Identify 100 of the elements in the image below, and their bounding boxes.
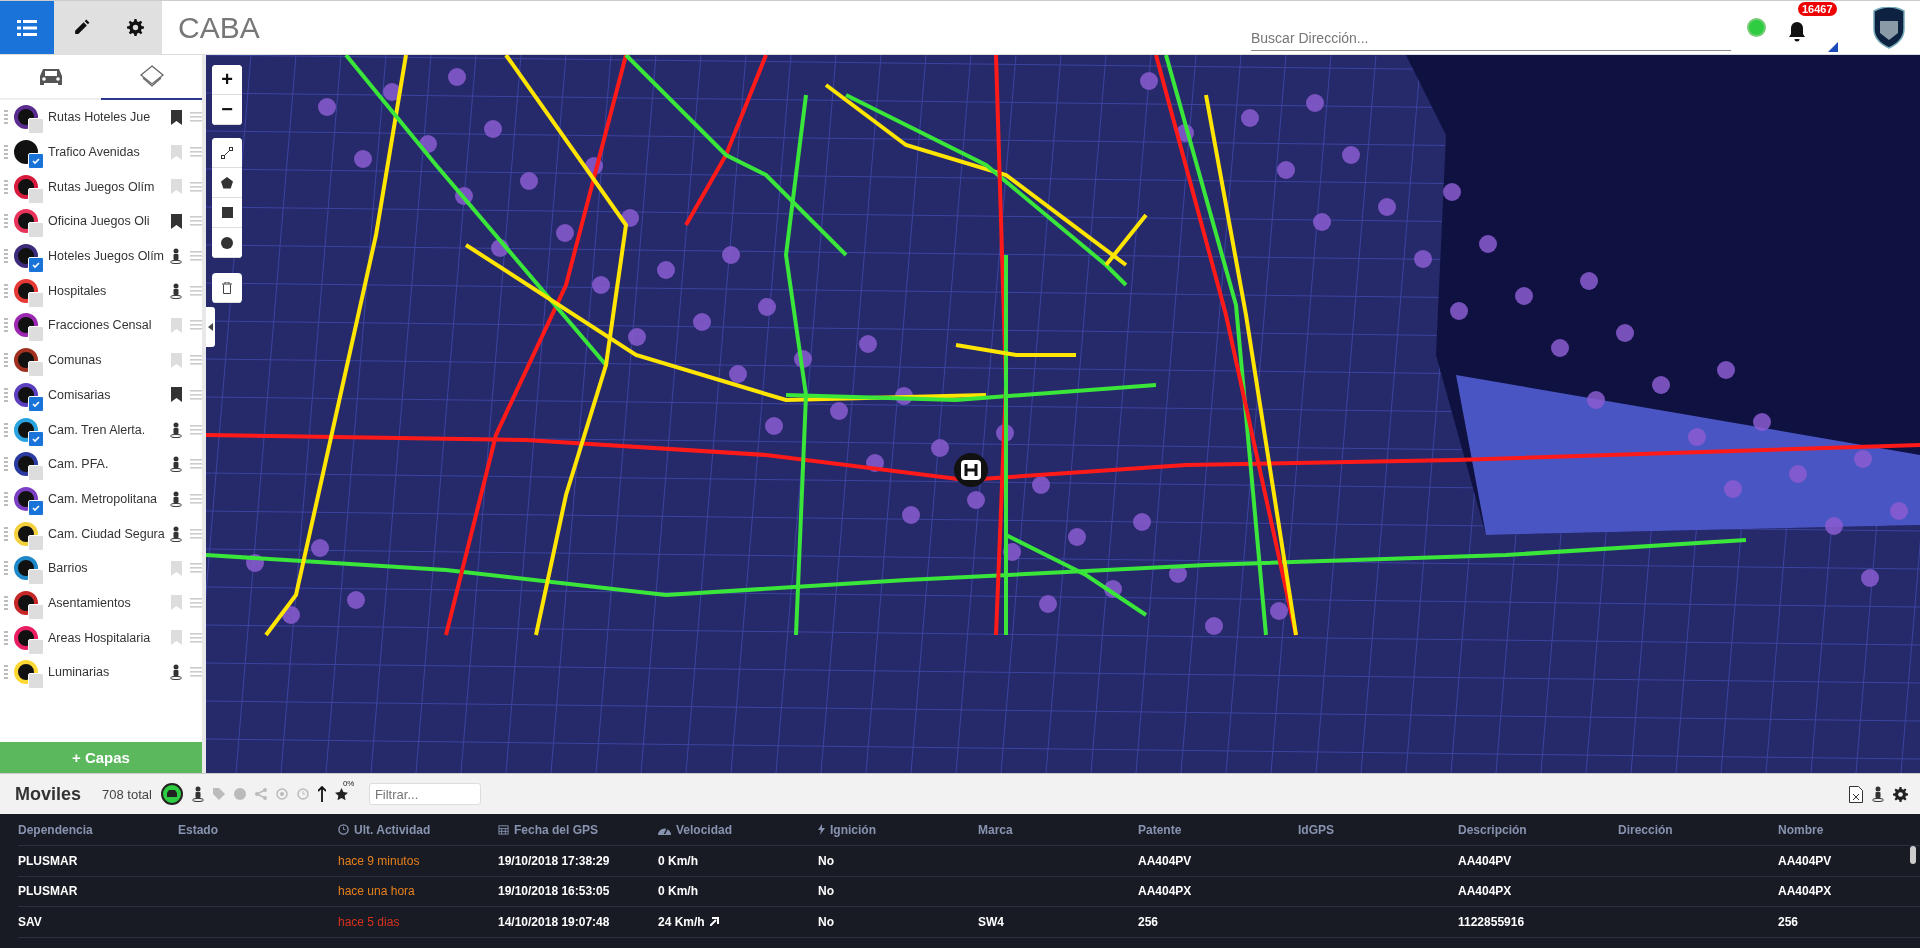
layer-checkbox[interactable] [28, 326, 44, 343]
menu-icon[interactable] [190, 563, 202, 574]
camera-marker[interactable] [1277, 161, 1295, 179]
layer-checkbox[interactable] [28, 187, 44, 204]
camera-marker[interactable] [318, 98, 336, 116]
excel-file-icon[interactable] [1849, 785, 1863, 803]
layer-checkbox[interactable] [28, 603, 44, 620]
person-pin-icon[interactable] [170, 248, 182, 265]
column-header[interactable]: Ignición [818, 814, 978, 846]
camera-marker[interactable] [1688, 428, 1706, 446]
scrollbar[interactable] [1910, 846, 1916, 864]
camera-marker[interactable] [1241, 109, 1259, 127]
list-button[interactable] [0, 1, 54, 54]
camera-marker[interactable] [1133, 513, 1151, 531]
zoom-in-button[interactable]: + [212, 65, 242, 95]
camera-marker[interactable] [1140, 72, 1158, 90]
menu-icon[interactable] [190, 216, 202, 227]
camera-marker[interactable] [931, 439, 949, 457]
drag-handle-icon[interactable] [4, 526, 8, 541]
drag-handle-icon[interactable] [4, 665, 8, 680]
star-icon[interactable] [334, 787, 348, 801]
menu-icon[interactable] [190, 632, 202, 643]
menu-icon[interactable] [190, 112, 202, 123]
menu-icon[interactable] [190, 493, 202, 504]
person-pin-icon[interactable] [170, 525, 182, 542]
share-icon[interactable] [254, 788, 267, 800]
column-header[interactable]: Dependencia [18, 814, 178, 846]
menu-icon[interactable] [190, 285, 202, 296]
camera-marker[interactable] [830, 402, 848, 420]
camera-marker[interactable] [621, 209, 639, 227]
layer-checkbox[interactable] [28, 673, 44, 690]
camera-marker[interactable] [1724, 480, 1742, 498]
camera-marker[interactable] [491, 239, 509, 257]
layer-label[interactable]: Rutas Juegos Olím [48, 179, 166, 194]
camera-marker[interactable] [1313, 213, 1331, 231]
drag-handle-icon[interactable] [4, 387, 8, 402]
layer-label[interactable]: Cam. Ciudad Segura [48, 526, 166, 541]
line-tool-button[interactable] [212, 138, 242, 168]
layer-checkbox[interactable] [28, 499, 44, 516]
camera-marker[interactable] [1414, 250, 1432, 268]
column-header[interactable]: Nombre [1778, 814, 1920, 846]
layer-label[interactable]: Trafico Avenidas [48, 145, 166, 160]
menu-icon[interactable] [190, 251, 202, 262]
menu-icon[interactable] [190, 424, 202, 435]
drag-handle-icon[interactable] [4, 457, 8, 472]
layer-checkbox[interactable] [28, 430, 44, 447]
column-header[interactable]: Patente [1138, 814, 1298, 846]
camera-marker[interactable] [859, 335, 877, 353]
layer-label[interactable]: Cam. PFA. [48, 457, 166, 472]
camera-marker[interactable] [246, 554, 264, 572]
layer-label[interactable]: Areas Hospitalaria [48, 630, 166, 645]
filter-field[interactable]: Filtrar... [368, 783, 481, 805]
column-header[interactable]: Fecha del GPS [498, 814, 658, 846]
target-icon[interactable] [275, 788, 288, 800]
settings-button[interactable] [108, 1, 162, 54]
column-header[interactable]: Velocidad [658, 814, 818, 846]
drag-handle-icon[interactable] [4, 491, 8, 506]
layer-label[interactable]: Oficina Juegos Oli [48, 214, 166, 229]
up-arrow-icon[interactable] [317, 786, 326, 802]
drag-handle-icon[interactable] [4, 353, 8, 368]
camera-marker[interactable] [1032, 476, 1050, 494]
camera-marker[interactable] [1580, 272, 1598, 290]
camera-marker[interactable] [628, 328, 646, 346]
camera-marker[interactable] [1825, 517, 1843, 535]
column-header[interactable]: IdGPS [1298, 814, 1458, 846]
camera-marker[interactable] [311, 539, 329, 557]
person-pin-icon[interactable] [170, 421, 182, 438]
camera-marker[interactable] [347, 591, 365, 609]
layer-checkbox[interactable] [28, 291, 44, 308]
column-header[interactable]: Dirección [1618, 814, 1778, 846]
camera-marker[interactable] [1861, 569, 1879, 587]
drag-handle-icon[interactable] [4, 422, 8, 437]
layer-checkbox[interactable] [28, 534, 44, 551]
camera-marker[interactable] [1205, 617, 1223, 635]
drag-handle-icon[interactable] [4, 318, 8, 333]
menu-icon[interactable] [190, 355, 202, 366]
pencil-button[interactable] [54, 1, 108, 54]
menu-icon[interactable] [190, 389, 202, 400]
drag-handle-icon[interactable] [4, 110, 8, 125]
layer-label[interactable]: Cam. Tren Alerta. [48, 422, 166, 437]
shield-badge-icon[interactable] [1871, 6, 1907, 49]
menu-icon[interactable] [190, 147, 202, 158]
layer-checkbox[interactable] [28, 465, 44, 482]
layer-label[interactable]: Luminarias [48, 665, 166, 680]
bookmark-icon[interactable] [170, 387, 182, 403]
camera-marker[interactable] [1342, 146, 1360, 164]
camera-marker[interactable] [1270, 602, 1288, 620]
camera-marker[interactable] [1176, 124, 1194, 142]
layer-label[interactable]: Rutas Hoteles Jue [48, 110, 166, 125]
camera-marker[interactable] [1306, 94, 1324, 112]
drag-handle-icon[interactable] [4, 249, 8, 264]
camera-marker[interactable] [282, 606, 300, 624]
collapse-handle[interactable] [206, 307, 215, 347]
camera-marker[interactable] [1479, 235, 1497, 253]
camera-marker[interactable] [693, 313, 711, 331]
camera-marker[interactable] [866, 454, 884, 472]
person-pin-icon[interactable] [170, 490, 182, 507]
camera-marker[interactable] [448, 68, 466, 86]
menu-icon[interactable] [190, 320, 202, 331]
camera-marker[interactable] [1616, 324, 1634, 342]
